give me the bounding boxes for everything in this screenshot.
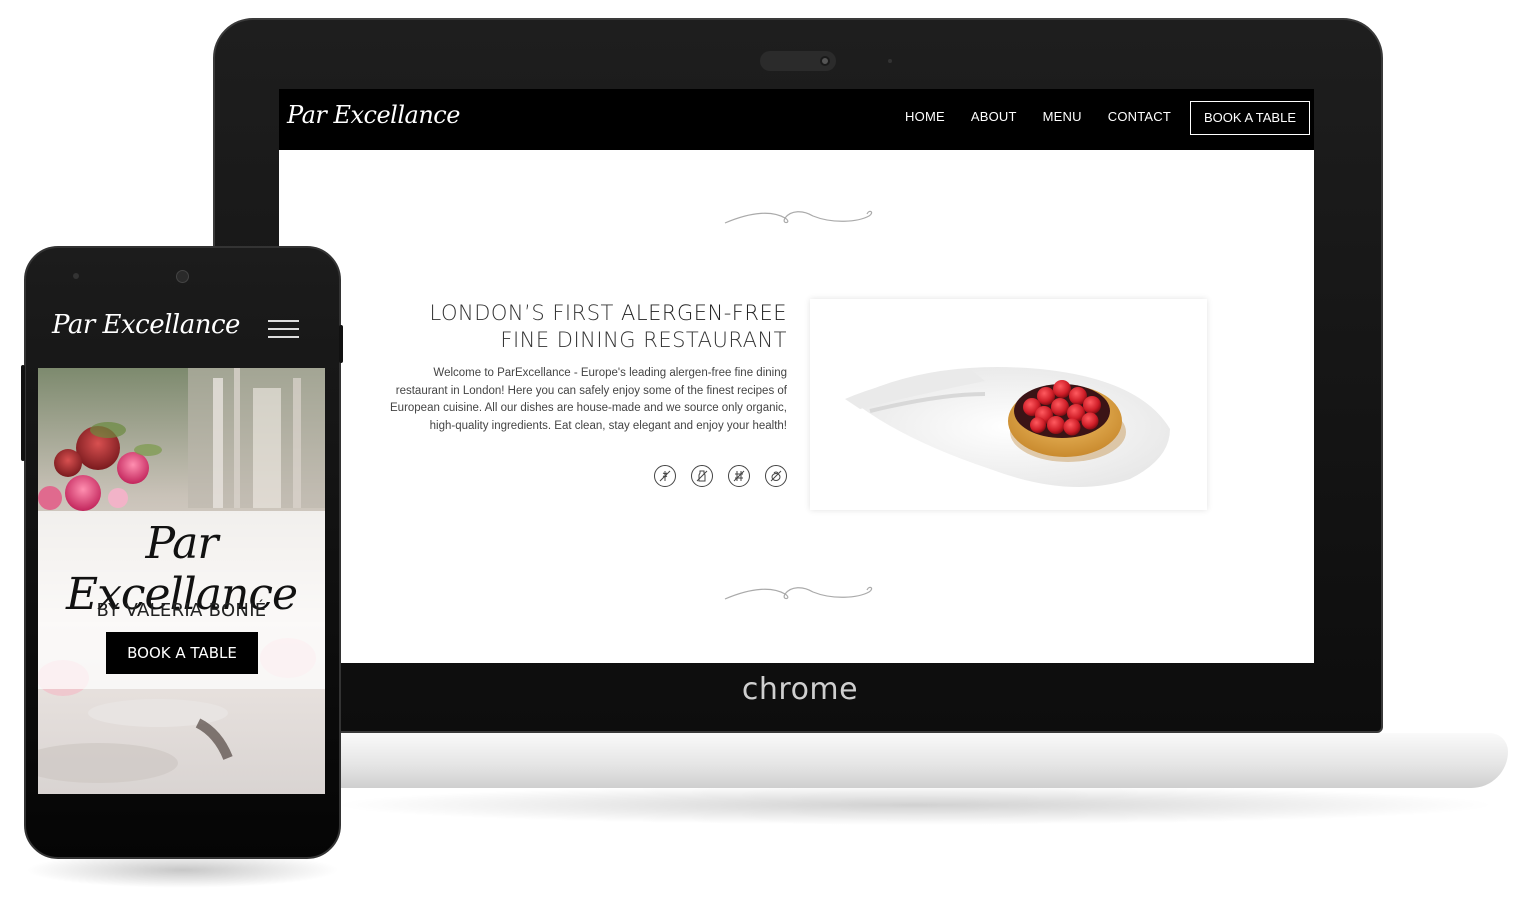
nav-home[interactable]: HOME: [905, 109, 945, 124]
hero-heading: LONDON’S FIRST ALERGEN-FREE FINE DINING …: [387, 300, 787, 354]
phone-byline: BY VALERIA BONIÉ: [96, 600, 267, 621]
phone-hero: Par Excellance BY VALERIA BONIÉ BOOK A T…: [38, 368, 325, 794]
phone-volume-button: [21, 365, 25, 461]
laptop-screen: Par Excellance HOME ABOUT MENU CONTACT B…: [279, 89, 1314, 663]
raspberry-tart-illustration: [810, 299, 1207, 510]
laptop-base: [330, 733, 1508, 788]
nav-menu[interactable]: MENU: [1043, 109, 1082, 124]
nav-links: HOME ABOUT MENU CONTACT: [905, 109, 1171, 124]
laptop-sensor: [888, 59, 892, 63]
no-dairy-icon: [691, 465, 713, 487]
heading-line2: FINE DINING RESTAURANT: [500, 328, 787, 352]
no-nuts-icon: [765, 465, 787, 487]
heading-highlight: ALERGEN-FREE: [621, 301, 787, 325]
phone-book-table-button[interactable]: BOOK A TABLE: [106, 632, 258, 674]
heading-part1: LONDON’S FIRST: [429, 301, 622, 325]
allergen-icons: [654, 465, 787, 487]
book-table-button[interactable]: BOOK A TABLE: [1190, 101, 1310, 135]
decorative-swirl-top: [724, 210, 873, 224]
site-logo[interactable]: Par Excellance: [287, 101, 460, 129]
phone-site-logo[interactable]: Par Excellance: [52, 310, 240, 340]
laptop-brand: chrome: [741, 672, 859, 707]
hamburger-icon[interactable]: [268, 320, 299, 338]
decorative-swirl-bottom: [724, 586, 873, 600]
site-navbar: Par Excellance HOME ABOUT MENU CONTACT B…: [279, 89, 1314, 150]
phone-power-button: [339, 325, 343, 363]
nav-contact[interactable]: CONTACT: [1108, 109, 1171, 124]
hero-description: Welcome to ParExcellance - Europe's lead…: [390, 367, 787, 433]
no-gluten-icon: [654, 465, 676, 487]
dessert-image: [810, 299, 1207, 510]
phone-sensor: [73, 273, 79, 279]
laptop-shadow: [330, 785, 1500, 825]
laptop-camera-icon: [820, 56, 830, 66]
phone-camera-icon: [176, 270, 189, 283]
nav-about[interactable]: ABOUT: [971, 109, 1017, 124]
no-wheat-icon: [728, 465, 750, 487]
